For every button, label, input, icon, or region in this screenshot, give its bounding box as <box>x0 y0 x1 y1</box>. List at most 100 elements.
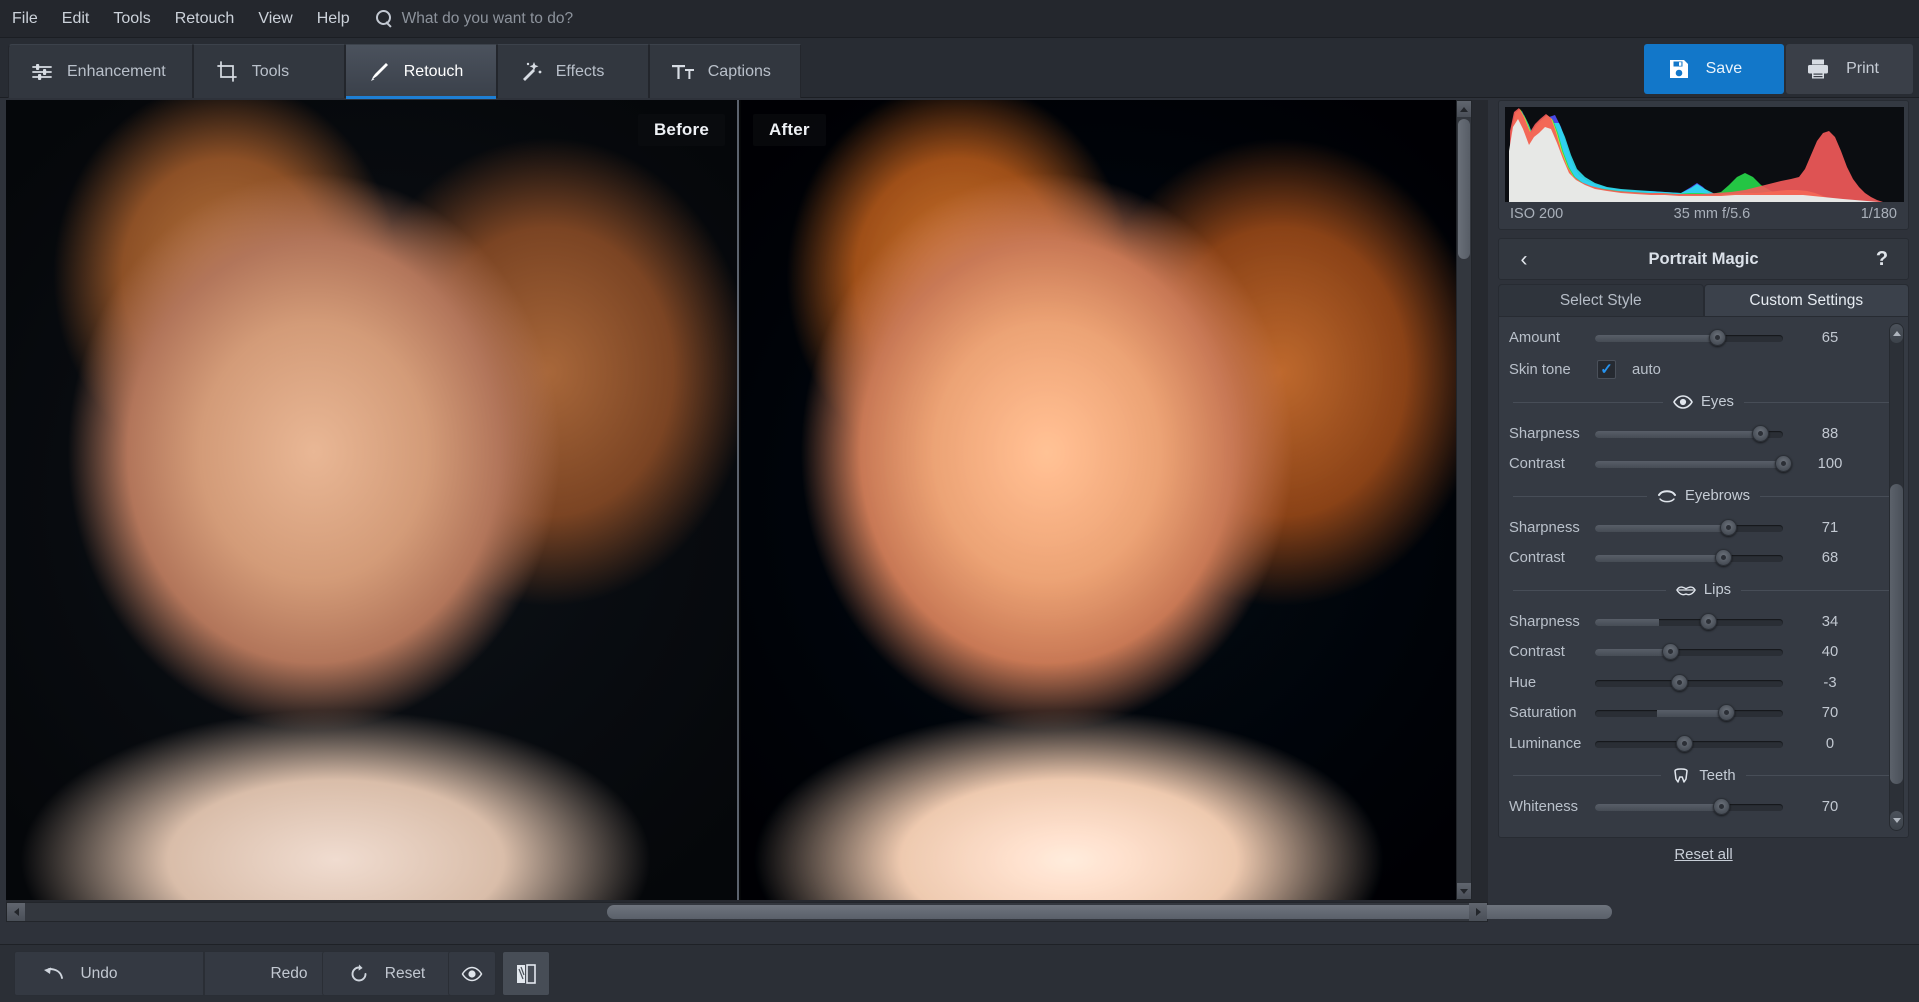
eyes-contrast-slider[interactable] <box>1595 455 1792 473</box>
setting-eyes-contrast: Contrast 100 <box>1499 449 1908 480</box>
slider-knob[interactable] <box>1671 673 1688 691</box>
global-search[interactable]: What do you want to do? <box>375 9 574 28</box>
bottom-toolbar: Undo Redo Reset <box>0 944 1919 1002</box>
section-header-eyebrows: Eyebrows <box>1499 480 1908 513</box>
tab-enhancement[interactable]: Enhancement <box>8 44 193 98</box>
teeth-whiteness-slider[interactable] <box>1595 798 1783 816</box>
chevron-left-icon[interactable]: ‹ <box>1511 247 1537 273</box>
scroll-left-arrow[interactable] <box>7 903 25 921</box>
eye-icon <box>461 966 483 982</box>
slider-knob[interactable] <box>1700 612 1717 630</box>
lips-contrast-slider[interactable] <box>1595 643 1783 661</box>
panel-header: ‹ Portrait Magic ? <box>1498 238 1909 280</box>
slider-knob[interactable] <box>1718 704 1735 722</box>
question-mark-icon[interactable]: ? <box>1870 246 1894 272</box>
brush-icon <box>366 59 392 85</box>
section-title: Teeth <box>1699 767 1736 784</box>
slider-knob[interactable] <box>1720 518 1737 536</box>
image-canvas[interactable]: Before After <box>6 100 1472 900</box>
setting-lips-hue: Hue -3 <box>1499 668 1908 699</box>
setting-label: Contrast <box>1509 456 1565 473</box>
tab-list: Enhancement Tools Retouch Effects Captio… <box>8 44 801 99</box>
menu-edit[interactable]: Edit <box>50 5 102 33</box>
horizontal-scroll-thumb[interactable] <box>607 905 1612 919</box>
search-placeholder: What do you want to do? <box>401 9 574 27</box>
eye-icon <box>1673 393 1693 411</box>
tab-label: Captions <box>707 62 771 80</box>
compare-view-button[interactable] <box>502 951 550 996</box>
slider-knob[interactable] <box>1676 734 1693 752</box>
text-icon <box>670 59 696 85</box>
setting-label: Sharpness <box>1509 519 1580 536</box>
menu-retouch[interactable]: Retouch <box>163 5 247 33</box>
scroll-right-arrow[interactable] <box>1469 903 1487 921</box>
slider-knob[interactable] <box>1752 424 1769 442</box>
setting-label: Sharpness <box>1509 425 1580 442</box>
subtab-select-style[interactable]: Select Style <box>1498 284 1704 318</box>
page-title: Portrait Magic <box>1648 249 1759 268</box>
lips-icon <box>1676 581 1696 599</box>
tab-effects[interactable]: Effects <box>496 44 649 98</box>
preview-toggle-button[interactable] <box>448 951 496 996</box>
menu-help[interactable]: Help <box>305 5 362 33</box>
eyebrows-contrast-slider[interactable] <box>1595 549 1783 567</box>
lips-luminance-slider[interactable] <box>1595 734 1783 753</box>
canvas-vertical-scrollbar[interactable] <box>1456 100 1472 900</box>
tab-tools[interactable]: Tools <box>192 44 345 98</box>
histogram-panel: ISO 200 35 mm f/5.6 1/180 <box>1498 100 1909 230</box>
menu-file[interactable]: File <box>0 5 50 33</box>
shutter-value: 1/180 <box>1860 206 1897 222</box>
application-window: File Edit Tools Retouch View Help What d… <box>0 0 1919 1002</box>
settings-list: Amount 65 Skin tone ✓ auto Eyes Sharpnes… <box>1498 316 1909 838</box>
undo-button[interactable]: Undo <box>14 951 204 996</box>
slider-knob[interactable] <box>1715 549 1732 567</box>
lips-sharpness-slider[interactable] <box>1595 612 1783 631</box>
subtab-custom-settings[interactable]: Custom Settings <box>1703 284 1909 318</box>
setting-value: 65 <box>1821 330 1839 347</box>
menu-view[interactable]: View <box>246 5 304 33</box>
canvas-horizontal-scrollbar[interactable] <box>6 902 1612 922</box>
amount-slider[interactable] <box>1595 329 1783 347</box>
scroll-down-arrow[interactable] <box>1457 883 1471 899</box>
lens-value: 35 mm f/5.6 <box>1673 206 1751 222</box>
reset-all-link[interactable]: Reset all <box>1494 846 1913 863</box>
tab-label: Effects <box>555 62 605 80</box>
section-header-teeth: Teeth <box>1499 759 1908 792</box>
print-button[interactable]: Print <box>1786 44 1913 94</box>
eyebrows-sharpness-slider[interactable] <box>1595 518 1783 537</box>
scroll-up-arrow[interactable] <box>1457 101 1471 117</box>
save-button[interactable]: Save <box>1643 44 1785 94</box>
split-view-icon <box>515 963 537 985</box>
setting-label: Luminance <box>1509 735 1582 752</box>
before-pane[interactable]: Before <box>6 100 739 900</box>
sliders-icon <box>29 59 55 85</box>
vertical-scroll-thumb[interactable] <box>1458 119 1470 259</box>
top-action-buttons: Save Print <box>1643 44 1913 94</box>
after-pane[interactable]: After <box>741 100 1472 900</box>
tab-captions[interactable]: Captions <box>648 44 801 98</box>
lips-saturation-slider[interactable] <box>1595 704 1783 722</box>
setting-value: 40 <box>1821 644 1839 661</box>
setting-lips-luminance: Luminance 0 <box>1499 729 1908 760</box>
skin-tone-auto-checkbox[interactable]: ✓ <box>1597 360 1616 379</box>
exif-metadata: ISO 200 35 mm f/5.6 1/180 <box>1505 202 1902 222</box>
settings-scrollbar[interactable] <box>1889 323 1904 831</box>
menu-tools[interactable]: Tools <box>101 5 162 33</box>
before-image <box>6 100 737 900</box>
right-panel: ISO 200 35 mm f/5.6 1/180 ‹ Portrait Mag… <box>1494 100 1913 922</box>
slider-knob[interactable] <box>1775 455 1792 473</box>
setting-value: 100 <box>1817 456 1843 473</box>
undo-arrow-icon <box>42 966 64 982</box>
tab-retouch[interactable]: Retouch <box>344 44 497 99</box>
settings-scroll-down-arrow[interactable] <box>1890 811 1903 830</box>
setting-label: Skin tone <box>1509 361 1571 378</box>
settings-scroll-thumb[interactable] <box>1890 484 1903 784</box>
slider-knob[interactable] <box>1662 643 1679 661</box>
slider-knob[interactable] <box>1713 798 1730 816</box>
eyes-sharpness-slider[interactable] <box>1595 424 1783 443</box>
settings-scroll-up-arrow[interactable] <box>1890 324 1903 343</box>
lips-hue-slider[interactable] <box>1595 673 1783 692</box>
slider-knob[interactable] <box>1709 329 1726 347</box>
setting-value: 68 <box>1821 550 1839 567</box>
search-icon <box>375 10 393 27</box>
